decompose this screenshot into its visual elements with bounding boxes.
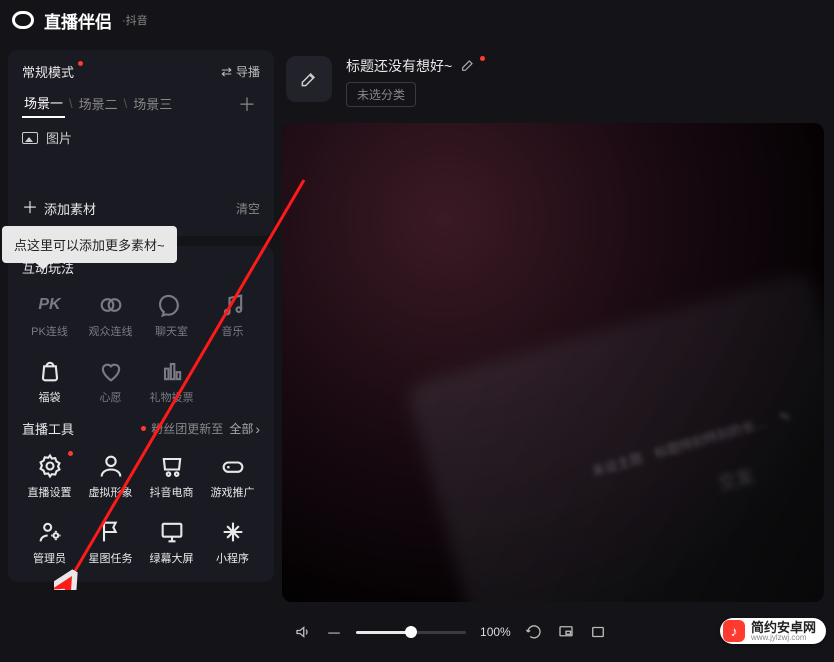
content-area: 标题还没有想好~ 未选分类 未设主题 标题特别特别的长… ✎ 交友 － — [282, 40, 834, 662]
tool-startask[interactable]: 星图任务 — [83, 512, 138, 570]
flag-icon — [97, 518, 125, 546]
zoom-slider[interactable] — [356, 631, 466, 634]
interaction-panel: 互动玩法 PK PK连线 观众连线 聊天室 音乐 — [8, 246, 274, 582]
tool-game-promo[interactable]: 游戏推广 — [205, 446, 260, 504]
scene-panel: 常规模式 导播 场景一 \ 场景二 \ 场景三 ＋ 图片 ＋ 添加素材 清空 — [8, 50, 274, 236]
watermark-name: 简约安卓网 — [751, 621, 816, 634]
tool-music-label: 音乐 — [222, 323, 244, 339]
music-icon — [219, 291, 247, 319]
chat-icon — [158, 291, 186, 319]
scene-tab-3[interactable]: 场景三 — [131, 90, 174, 117]
volume-button[interactable] — [294, 623, 312, 641]
tool-ecommerce-label: 抖音电商 — [150, 484, 194, 500]
cart-icon — [158, 452, 186, 480]
tool-admin[interactable]: 管理员 — [22, 512, 77, 570]
image-icon — [22, 132, 38, 144]
tool-game-promo-label: 游戏推广 — [211, 484, 255, 500]
guide-button[interactable]: 导播 — [221, 63, 260, 80]
app-subname: ·抖音 — [122, 12, 148, 28]
zoom-out-button[interactable]: － — [326, 620, 342, 644]
scene-tab-2[interactable]: 场景二 — [77, 90, 120, 117]
tab-separator: \ — [69, 96, 73, 111]
tool-wish[interactable]: 心愿 — [83, 351, 138, 409]
pip-button[interactable] — [557, 623, 575, 641]
gear-icon — [36, 452, 64, 480]
refresh-button[interactable] — [525, 623, 543, 641]
tool-ecommerce[interactable]: 抖音电商 — [144, 446, 199, 504]
app-name: 直播伴侣 — [44, 8, 112, 33]
tool-audience-link-label: 观众连线 — [89, 323, 133, 339]
tool-virtual-avatar-label: 虚拟形象 — [89, 484, 133, 500]
add-material-button[interactable]: ＋ 添加素材 — [22, 193, 96, 224]
tool-music[interactable]: 音乐 — [205, 285, 260, 343]
admin-icon — [36, 518, 64, 546]
tool-audience-link[interactable]: 观众连线 — [83, 285, 138, 343]
update-dot-icon — [141, 426, 146, 431]
watermark-url: www.jylzwj.com — [751, 634, 816, 642]
link-icon — [97, 291, 125, 319]
tool-wish-label: 心愿 — [100, 389, 122, 405]
tool-miniprogram[interactable]: 小程序 — [205, 512, 260, 570]
titlebar: 直播伴侣 ·抖音 — [0, 0, 834, 40]
vote-icon — [158, 357, 186, 385]
add-material-label: 添加素材 — [44, 199, 96, 218]
scene-tabs: 场景一 \ 场景二 \ 场景三 ＋ — [22, 89, 260, 118]
tool-luckybag[interactable]: 福袋 — [22, 351, 77, 409]
app-logo-icon — [12, 11, 34, 29]
tool-admin-label: 管理员 — [33, 550, 66, 566]
edit-cover-button[interactable] — [286, 56, 332, 102]
tool-live-settings-label: 直播设置 — [28, 484, 72, 500]
heart-icon — [97, 357, 125, 385]
source-image-label: 图片 — [46, 128, 72, 147]
mode-selector[interactable]: 常规模式 — [22, 62, 74, 81]
tab-separator: \ — [124, 96, 128, 111]
tool-miniprogram-label: 小程序 — [216, 550, 249, 566]
plus-icon: ＋ — [22, 201, 38, 217]
tool-pk[interactable]: PK PK连线 — [22, 285, 77, 343]
avatar-icon — [97, 452, 125, 480]
tool-luckybag-label: 福袋 — [39, 389, 61, 405]
add-scene-button[interactable]: ＋ — [234, 91, 260, 117]
bag-icon — [36, 357, 64, 385]
stream-title-area: 标题还没有想好~ 未选分类 — [282, 50, 824, 113]
tool-virtual-avatar[interactable]: 虚拟形象 — [83, 446, 138, 504]
tool-live-settings[interactable]: 直播设置 — [22, 446, 77, 504]
preview-canvas[interactable]: 未设主题 标题特别特别的长… ✎ 交友 — [282, 123, 824, 602]
screen-icon — [158, 518, 186, 546]
tool-gift-vote[interactable]: 礼物投票 — [144, 351, 199, 409]
gamepad-icon — [219, 452, 247, 480]
tool-gift-vote-label: 礼物投票 — [150, 389, 194, 405]
sidebar: 常规模式 导播 场景一 \ 场景二 \ 场景三 ＋ 图片 ＋ 添加素材 清空 — [0, 40, 282, 662]
tool-startask-label: 星图任务 — [89, 550, 133, 566]
android-icon: ♪ — [723, 620, 745, 642]
tool-pk-label: PK连线 — [31, 323, 68, 339]
update-all-link[interactable]: 全部 — [229, 420, 260, 437]
tool-greenscreen-label: 绿幕大屏 — [150, 550, 194, 566]
category-selector[interactable]: 未选分类 — [346, 82, 416, 107]
tool-chatroom[interactable]: 聊天室 — [144, 285, 199, 343]
source-image-item[interactable]: 图片 — [22, 128, 260, 147]
add-material-tooltip: 点这里可以添加更多素材~ — [2, 226, 177, 263]
watermark: ♪ 简约安卓网 www.jylzwj.com — [720, 618, 826, 644]
zoom-value: 100% — [480, 625, 511, 639]
stream-title: 标题还没有想好~ — [346, 56, 452, 76]
fullscreen-button[interactable] — [589, 623, 607, 641]
tool-chatroom-label: 聊天室 — [155, 323, 188, 339]
tool-greenscreen[interactable]: 绿幕大屏 — [144, 512, 199, 570]
update-text: 粉丝团更新至 — [151, 420, 223, 437]
clear-button[interactable]: 清空 — [236, 200, 260, 217]
scene-tab-1[interactable]: 场景一 — [22, 89, 65, 118]
pk-icon: PK — [36, 291, 64, 319]
live-tools-title: 直播工具 — [22, 419, 74, 438]
edit-title-button[interactable] — [460, 57, 476, 76]
spark-icon — [219, 518, 247, 546]
